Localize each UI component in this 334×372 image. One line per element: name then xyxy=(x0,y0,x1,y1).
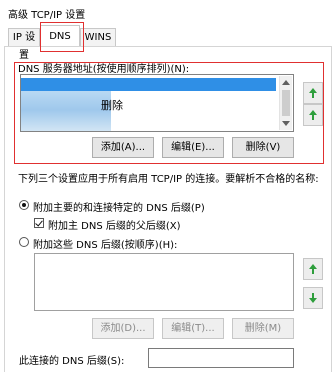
connection-suffix-label: 此连接的 DNS 后缀(S): xyxy=(19,356,125,367)
remove-suffix-button[interactable]: 删除(M) xyxy=(232,318,294,339)
window-title: 高级 TCP/IP 设置 xyxy=(8,10,86,21)
radio-append-primary-label[interactable]: 附加主要的和连接特定的 DNS 后缀(P) xyxy=(33,199,205,214)
green-up-arrow-icon xyxy=(309,110,317,120)
tab-wins[interactable]: WINS xyxy=(80,28,116,46)
suffix-move-up-button[interactable] xyxy=(303,258,323,280)
remove-dns-server-button[interactable]: 删除(V) xyxy=(232,137,294,158)
checkbox-append-parent[interactable] xyxy=(34,218,44,228)
dns-server-list[interactable]: 删除 xyxy=(20,74,294,132)
edit-dns-server-button[interactable]: 编辑(E)... xyxy=(162,137,224,158)
dns-servers-label: DNS 服务器地址(按使用顺序排列)(N): xyxy=(18,64,190,75)
green-up-arrow-icon xyxy=(309,88,317,98)
dns-list-scrollbar[interactable] xyxy=(279,76,292,130)
add-suffix-button[interactable]: 添加(D)... xyxy=(92,318,154,339)
tab-ip-settings[interactable]: IP 设置 xyxy=(8,28,40,61)
dns-tab-annotation xyxy=(40,22,84,52)
radio-append-these-label[interactable]: 附加这些 DNS 后缀(按顺序)(H): xyxy=(33,236,177,251)
radio-append-these[interactable] xyxy=(19,237,29,247)
dns-suffix-list[interactable] xyxy=(34,253,294,311)
move-up-button[interactable] xyxy=(303,104,323,126)
selected-server-row[interactable] xyxy=(21,78,276,91)
scroll-thumb[interactable] xyxy=(282,90,290,116)
checkbox-append-parent-label[interactable]: 附加主 DNS 后缀的父后缀(X) xyxy=(48,217,181,232)
scroll-down-icon[interactable] xyxy=(282,121,290,126)
suffix-move-down-button[interactable] xyxy=(303,287,323,309)
edit-suffix-button[interactable]: 编辑(T)... xyxy=(162,318,224,339)
scroll-up-icon[interactable] xyxy=(282,80,290,85)
blurred-region xyxy=(21,91,111,131)
radio-append-primary[interactable] xyxy=(19,200,29,210)
overlay-delete-text: 删除 xyxy=(101,99,123,112)
green-up-arrow-icon xyxy=(309,264,317,274)
move-up-button-top[interactable] xyxy=(303,82,323,104)
resolution-description: 下列三个设置应用于所有启用 TCP/IP 的连接。要解析不合格的名称: xyxy=(18,174,319,185)
connection-suffix-input[interactable] xyxy=(148,348,294,368)
green-down-arrow-icon xyxy=(309,293,317,303)
add-dns-server-button[interactable]: 添加(A)... xyxy=(92,137,154,158)
